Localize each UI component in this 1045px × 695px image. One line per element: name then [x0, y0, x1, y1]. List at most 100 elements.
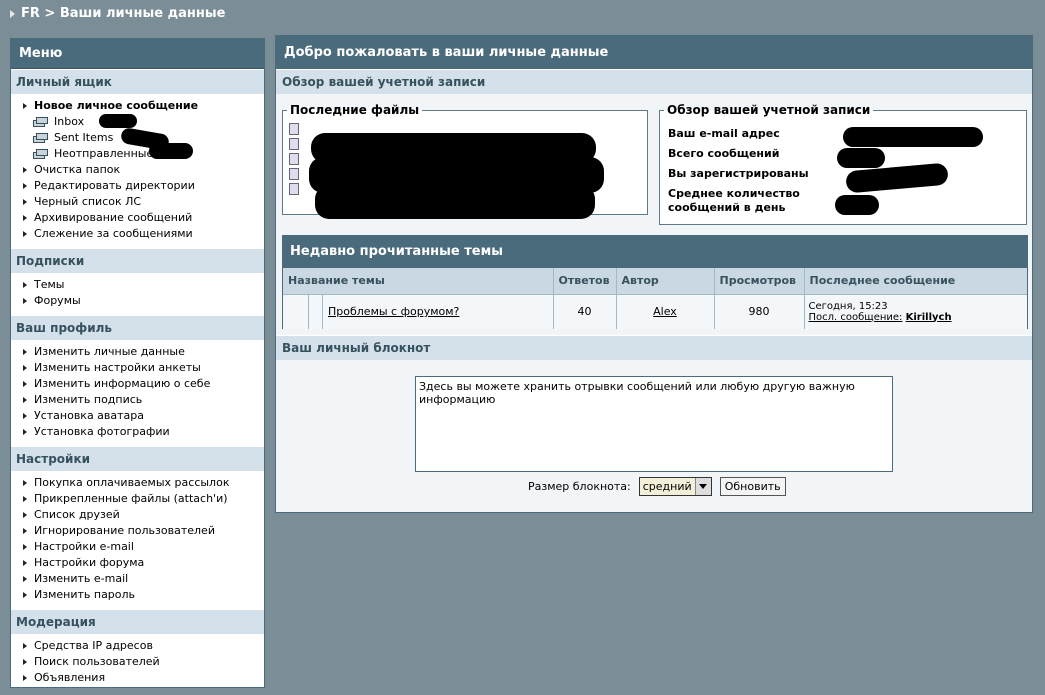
- notepad-header: Ваш личный блокнот: [276, 335, 1032, 360]
- sidebar-item-profile-settings[interactable]: Изменить настройки анкеты: [11, 360, 264, 376]
- sidebar-item-archive[interactable]: Архивирование сообщений: [11, 210, 264, 226]
- author-link[interactable]: Alex: [653, 305, 677, 318]
- sidebar-item-forums[interactable]: Форумы: [11, 293, 264, 309]
- sidebar-item-clear-folders[interactable]: Очистка папок: [11, 162, 264, 178]
- topic-link[interactable]: Проблемы с форумом?: [328, 305, 459, 318]
- posts-per-day-label: Среднее количество сообщений в день: [668, 187, 800, 214]
- notepad-textarea[interactable]: Здесь вы можете хранить отрывки сообщени…: [415, 376, 893, 472]
- col-replies: Ответов: [553, 268, 617, 294]
- file-icon: [289, 137, 299, 150]
- account-overview-legend: Обзор вашей учетной записи: [667, 103, 871, 117]
- bullet-icon: [23, 480, 27, 486]
- registered-label: Вы зарегистрированы: [668, 167, 809, 180]
- recent-files-legend: Последние файлы: [290, 103, 420, 117]
- bullet-icon: [23, 512, 27, 518]
- sidebar-item-announcements[interactable]: Объявления: [11, 670, 264, 686]
- sidebar-item-ip-tools[interactable]: Средства IP адресов: [11, 638, 264, 654]
- bullet-icon: [23, 231, 27, 237]
- bullet-icon: [23, 103, 27, 109]
- notepad-size-label: Размер блокнота:: [528, 480, 631, 493]
- folder-icon: [33, 148, 49, 160]
- breadcrumb-text[interactable]: FR > Ваши личные данные: [21, 6, 225, 21]
- page-title: Добро пожаловать в ваши личные данные: [276, 36, 1032, 69]
- bullet-icon: [23, 643, 27, 649]
- redaction-mark: [835, 195, 879, 215]
- sidebar-item-signature[interactable]: Изменить подпись: [11, 392, 264, 408]
- table-row: Проблемы с форумом? 40 Alex 980 Сегодня,…: [283, 293, 1027, 329]
- last-post-date: Сегодня, 15:23: [808, 300, 888, 312]
- sidebar-item-tracking[interactable]: Слежение за сообщениями: [11, 226, 264, 242]
- bullet-icon: [23, 544, 27, 550]
- notepad-size-row: Размер блокнота: средний Обновить: [528, 477, 786, 496]
- sidebar-item-avatar[interactable]: Установка аватара: [11, 408, 264, 424]
- topic-cell: Проблемы с форумом?: [283, 293, 554, 329]
- views-cell: 980: [714, 293, 805, 329]
- recent-files-box: Последние файлы: [282, 103, 648, 219]
- account-overview-header: Обзор вашей учетной записи: [276, 69, 1032, 94]
- folder-inbox[interactable]: Inbox: [11, 114, 264, 130]
- sidebar-item-topics[interactable]: Темы: [11, 277, 264, 293]
- col-views: Просмотров: [714, 268, 805, 294]
- notepad-size-select[interactable]: средний: [638, 477, 712, 496]
- bullet-icon: [23, 413, 27, 419]
- bullet-icon: [23, 659, 27, 665]
- bullet-icon: [23, 215, 27, 221]
- file-icon: [289, 167, 299, 180]
- file-icon: [289, 122, 299, 135]
- sidebar-item-ignore[interactable]: Игнорирование пользователей: [11, 523, 264, 539]
- redaction-mark: [99, 114, 137, 128]
- bullet-icon: [23, 675, 27, 681]
- redaction-mark: [149, 143, 193, 159]
- sidebar-item-edit-directories[interactable]: Редактировать директории: [11, 178, 264, 194]
- bullet-icon: [23, 528, 27, 534]
- sidebar-item-email-settings[interactable]: Настройки e-mail: [11, 539, 264, 555]
- bullet-icon: [23, 496, 27, 502]
- breadcrumb: FR > Ваши личные данные: [10, 6, 225, 21]
- section-moderation: Модерация: [11, 609, 264, 634]
- redaction-mark: [315, 185, 595, 219]
- file-icon: [289, 182, 299, 195]
- last-post-link[interactable]: Посл. сообщение:: [809, 312, 903, 323]
- bullet-icon: [23, 429, 27, 435]
- col-last-post: Последнее сообщение: [804, 268, 1027, 294]
- last-post-cell: Сегодня, 15:23 Посл. сообщение: Kirillyc…: [804, 293, 1027, 329]
- sidebar-item-edit-personal-data[interactable]: Изменить личные данные: [11, 344, 264, 360]
- col-author: Автор: [616, 268, 715, 294]
- bullet-icon: [23, 282, 27, 288]
- sidebar-item-forum-settings[interactable]: Настройки форума: [11, 555, 264, 571]
- bullet-icon: [23, 560, 27, 566]
- replies-cell: 40: [553, 293, 617, 329]
- section-mailbox: Личный ящик: [11, 69, 264, 94]
- bullet-icon: [23, 199, 27, 205]
- bullet-icon: [23, 592, 27, 598]
- recent-topics: Недавно прочитанные темы Название темы О…: [282, 235, 1028, 329]
- sidebar-item-photo[interactable]: Установка фотографии: [11, 424, 264, 440]
- update-button[interactable]: Обновить: [719, 477, 786, 496]
- section-subscriptions: Подписки: [11, 248, 264, 273]
- last-post-user[interactable]: Kirillych: [906, 312, 952, 323]
- sidebar-item-blacklist[interactable]: Черный список ЛС: [11, 194, 264, 210]
- sidebar-item-attachments[interactable]: Прикрепленные файлы (attach'и): [11, 491, 264, 507]
- author-cell: Alex: [616, 293, 715, 329]
- sidebar-item-user-search[interactable]: Поиск пользователей: [11, 654, 264, 670]
- bullet-icon: [23, 298, 27, 304]
- sidebar-item-about-me[interactable]: Изменить информацию о себе: [11, 376, 264, 392]
- redaction-mark: [843, 127, 983, 147]
- col-topic-title: Название темы: [283, 268, 554, 294]
- triangle-icon: [10, 9, 15, 18]
- folder-icon: [33, 132, 49, 144]
- sidebar-item-friends[interactable]: Список друзей: [11, 507, 264, 523]
- folder-icon: [33, 116, 49, 128]
- file-icon: [289, 152, 299, 165]
- bullet-icon: [23, 183, 27, 189]
- bullet-icon: [23, 349, 27, 355]
- sidebar-item-paid-mailings[interactable]: Покупка оплачиваемых рассылок: [11, 475, 264, 491]
- recent-topics-table: Название темы Ответов Автор Просмотров П…: [283, 268, 1027, 329]
- sidebar-item-new-message[interactable]: Новое личное сообщение: [11, 98, 264, 114]
- sidebar-item-change-email[interactable]: Изменить e-mail: [11, 571, 264, 587]
- main-panel: Добро пожаловать в ваши личные данные Об…: [275, 35, 1033, 513]
- folder-unsent[interactable]: Неотправленные: [11, 146, 264, 162]
- bullet-icon: [23, 397, 27, 403]
- redaction-mark: [837, 148, 885, 168]
- sidebar-item-change-password[interactable]: Изменить пароль: [11, 587, 264, 603]
